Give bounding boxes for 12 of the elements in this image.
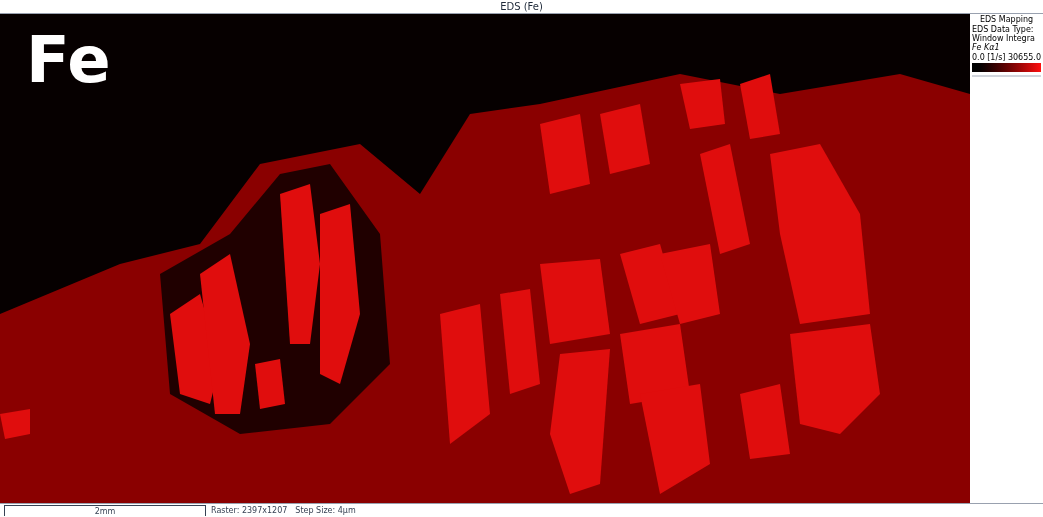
range-max: 30655.0 (1007, 53, 1041, 63)
step-size-label: Step Size: 4µm (295, 506, 356, 515)
range-min: 0.0 (972, 53, 985, 63)
element-label: Fe (26, 28, 111, 92)
data-type-label: EDS Data Type: Window Integra (972, 25, 1036, 43)
legend-title: EDS Mapping (978, 15, 1035, 25)
window-title: EDS (Fe) (500, 1, 543, 12)
scale-bar: 2mm (4, 505, 206, 516)
line-label: Fe Kα1 (972, 43, 1001, 53)
raster-label: Raster: 2397x1207 (211, 506, 288, 515)
range-unit: [1/s] (987, 53, 1006, 63)
color-scale-bar (972, 63, 1041, 72)
